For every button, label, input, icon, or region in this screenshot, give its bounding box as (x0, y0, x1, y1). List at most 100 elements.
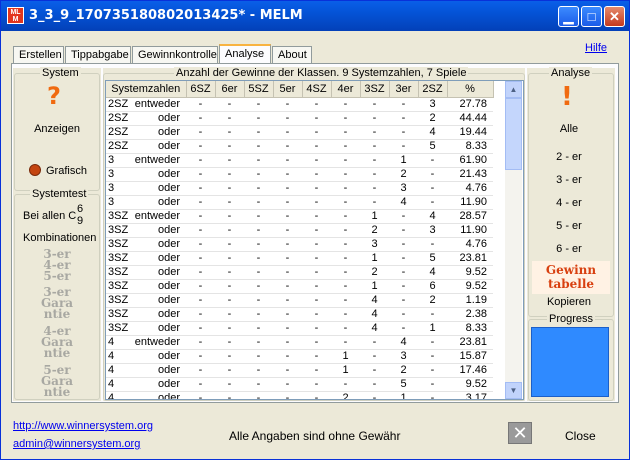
systemzahl-cell: 2SZ oder (106, 125, 186, 140)
tab-gewinnkontrolle[interactable]: Gewinnkontrolle (132, 46, 218, 64)
c-top-value: 6 (77, 203, 84, 215)
arrow-up-icon: ▲ (509, 85, 518, 94)
systemzahl-cell: 3 oder (106, 167, 186, 182)
column-header[interactable]: 2SZ (418, 81, 448, 98)
table-cell: 1 (389, 153, 418, 168)
table-cell: - (186, 307, 215, 322)
table-cell: - (215, 279, 244, 294)
table-row: 2SZ oder - - - - - - - -5 8.33 (106, 139, 493, 154)
column-header[interactable]: Systemzahlen (106, 81, 187, 98)
table-cell: - (360, 391, 389, 399)
table-cell: - (244, 195, 273, 210)
close-x-icon[interactable]: ✕ (508, 422, 532, 444)
column-header[interactable]: 6er (215, 81, 245, 98)
table-cell: - (331, 111, 360, 126)
column-header[interactable]: 3er (389, 81, 419, 98)
5er-garantie-button[interactable]: 5-er Gara ntie (15, 364, 99, 398)
table-scrollbar[interactable]: ▲ ▼ (505, 81, 522, 399)
3er-garantie-button[interactable]: 3-er Gara ntie (15, 286, 99, 320)
5er-button[interactable]: 5 - er (527, 220, 611, 232)
4er-garantie-button[interactable]: 4-er Gara ntie (15, 325, 99, 359)
table-cell: - (389, 237, 418, 252)
table-cell: - (302, 111, 331, 126)
email-link[interactable]: admin@winnersystem.org (13, 438, 140, 450)
table-cell: 4 (360, 321, 389, 336)
alle-button[interactable]: Alle (527, 123, 611, 135)
systemzahl-cell: 2SZ oder (106, 111, 186, 126)
table-cell: - (244, 153, 273, 168)
table-cell: - (418, 391, 447, 399)
systemzahl-cell: 4 oder (106, 363, 186, 378)
table-cell: 1 (331, 349, 360, 364)
6er-button[interactable]: 6 - er (527, 243, 611, 255)
table-cell: - (215, 209, 244, 224)
column-header[interactable]: % (447, 81, 494, 98)
maximize-button[interactable]: □ (581, 6, 602, 27)
column-header[interactable]: 4er (331, 81, 361, 98)
4er-button[interactable]: 4 - er (527, 197, 611, 209)
table-cell: - (215, 321, 244, 336)
table-cell: - (360, 363, 389, 378)
c-bottom-value: 9 (77, 215, 84, 227)
table-cell: - (389, 279, 418, 294)
table-cell: - (273, 307, 302, 322)
scroll-down-button[interactable]: ▼ (505, 382, 522, 399)
table-cell: - (273, 349, 302, 364)
column-header[interactable]: 3SZ (360, 81, 390, 98)
window-close-button[interactable]: ✕ (604, 6, 625, 27)
question-mark-icon[interactable]: ? (47, 82, 61, 110)
help-link[interactable]: Hilfe (585, 42, 607, 54)
title-bar[interactable]: ML M 3_3_9_170735180802013425* - MELM ▁ … (1, 1, 629, 31)
column-header[interactable]: 5er (273, 81, 303, 98)
column-header[interactable]: 4SZ (302, 81, 332, 98)
table-cell: - (302, 321, 331, 336)
table-cell: - (215, 153, 244, 168)
gewinntabelle-button[interactable]: Gewinn tabelle (532, 261, 610, 294)
tab-erstellen[interactable]: Erstellen (13, 46, 64, 64)
table-row: 3 oder - - - - - - -4-11.90 (106, 195, 493, 210)
tab-tippabgabe[interactable]: Tippabgabe (65, 46, 131, 64)
results-table[interactable]: Systemzahlen 6SZ 6er 5SZ 5er 4SZ 4er 3SZ 3er 2SZ%… (105, 80, 524, 400)
left-panel: System ? Anzeigen Grafisch Systemtest Be… (13, 67, 101, 401)
kopieren-button[interactable]: Kopieren (527, 296, 611, 308)
website-link[interactable]: http://www.winnersystem.org (13, 420, 153, 432)
exclamation-icon[interactable]: ! (561, 82, 573, 112)
5er-test-button[interactable]: 5-er (15, 270, 99, 282)
systemzahl-cell: 4 oder (106, 349, 186, 364)
table-cell: - (215, 377, 244, 392)
table-cell: - (215, 363, 244, 378)
table-cell: 27.78 (447, 97, 493, 112)
minimize-button[interactable]: ▁ (558, 6, 579, 27)
table-cell: 4.76 (447, 237, 493, 252)
scroll-up-button[interactable]: ▲ (505, 81, 522, 98)
close-button[interactable]: Close (565, 429, 596, 443)
systemzahl-cell: 3SZ entweder (106, 209, 186, 224)
column-header[interactable]: 5SZ (244, 81, 274, 98)
grafisch-button[interactable]: Grafisch (46, 165, 87, 177)
table-cell: - (273, 377, 302, 392)
tab-analyse[interactable]: Analyse (219, 44, 271, 65)
systemzahl-cell: 4 entweder (106, 335, 186, 350)
table-cell: - (186, 391, 215, 399)
anzeigen-button[interactable]: Anzeigen (13, 123, 101, 135)
table-cell: - (215, 111, 244, 126)
3er-button[interactable]: 3 - er (527, 174, 611, 186)
table-row: 3SZ oder - - - - - -4- -2.38 (106, 307, 493, 322)
column-header[interactable]: 6SZ (186, 81, 216, 98)
2er-button[interactable]: 2 - er (527, 151, 611, 163)
tab-about[interactable]: About (272, 46, 312, 64)
scroll-thumb[interactable] (505, 98, 522, 170)
table-row: 3SZ oder - - - - - -1-6 9.52 (106, 279, 493, 294)
systemzahl-cell: 3 entweder (106, 153, 186, 168)
table-row: 3SZ oder - - - - - -4-2 1.19 (106, 293, 493, 308)
systemzahl-cell: 2SZ entweder (106, 97, 186, 112)
table-cell: - (273, 111, 302, 126)
table-cell: 3 (389, 181, 418, 196)
pie-chart-icon[interactable] (29, 164, 41, 176)
table-cell: - (186, 293, 215, 308)
table-cell: - (273, 279, 302, 294)
table-cell: - (331, 181, 360, 196)
table-cell: - (273, 97, 302, 112)
table-cell: 2 (389, 167, 418, 182)
table-cell: 15.87 (447, 349, 493, 364)
